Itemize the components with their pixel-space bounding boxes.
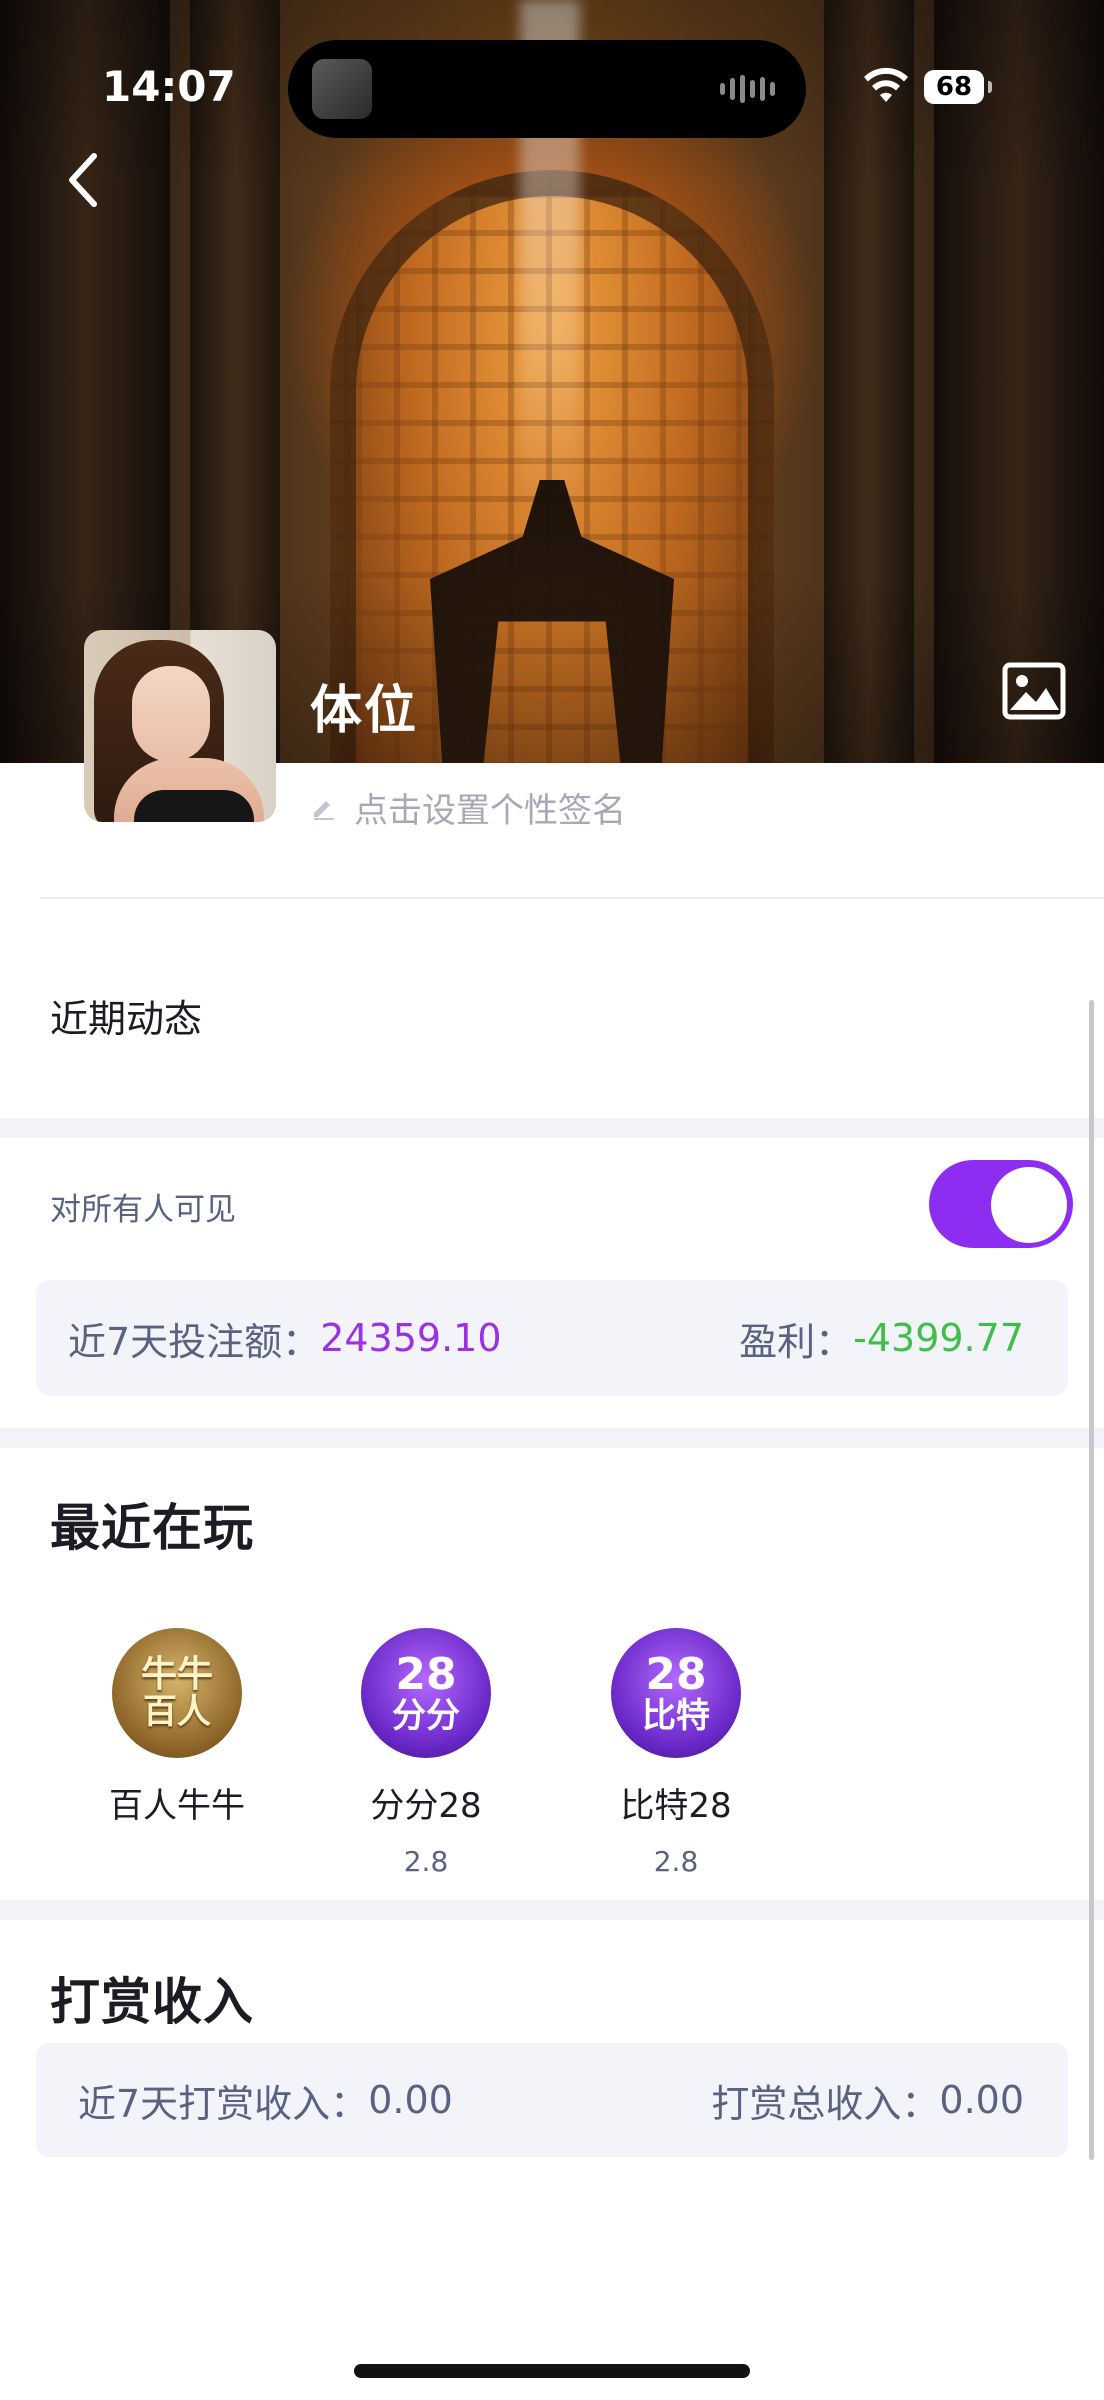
battery-indicator: 68 (924, 70, 992, 104)
change-cover-image-icon[interactable] (1002, 662, 1066, 720)
game-name: 比特28 (620, 1786, 732, 1826)
game-name: 分分28 (370, 1786, 482, 1826)
week-tips-label: 近7天打赏收入： (78, 2081, 369, 2126)
visibility-label: 对所有人可见 (50, 1192, 236, 1228)
bet-amount-label: 近7天投注额： (68, 1319, 321, 1364)
section-separator (0, 1118, 1104, 1138)
fenfen28-icon: 28 分分 (361, 1628, 491, 1758)
profit-value: -4399.77 (853, 1316, 1024, 1360)
avatar[interactable] (84, 630, 276, 822)
total-tips-value: 0.00 (939, 2078, 1024, 2122)
total-tips-label: 打赏总收入： (711, 2081, 940, 2126)
tips-income-card: 近7天打赏收入： 0.00 打赏总收入： 0.00 (36, 2043, 1068, 2157)
recent-games-title: 最近在玩 (50, 1499, 254, 1557)
game-item-bite28[interactable]: 28 比特 比特28 2.8 (576, 1628, 776, 1878)
scrollbar[interactable] (1089, 1000, 1094, 2160)
now-playing-thumbnail (312, 59, 372, 119)
visibility-toggle[interactable] (929, 1160, 1073, 1248)
week-tips-value: 0.00 (368, 2078, 453, 2122)
status-time: 14:07 (102, 62, 236, 111)
home-indicator[interactable] (354, 2364, 750, 2378)
section-separator (0, 1900, 1104, 1920)
game-item-fenfen28[interactable]: 28 分分 分分28 2.8 (326, 1628, 526, 1878)
bite28-icon: 28 比特 (611, 1628, 741, 1758)
game-name: 百人牛牛 (109, 1786, 245, 1826)
audio-wave-icon (720, 74, 780, 104)
signature-field[interactable]: 点击设置个性签名 (310, 785, 626, 831)
game-item-niuniu[interactable]: 牛牛 百人 百人牛牛 (77, 1628, 277, 1845)
username: 体位 (310, 681, 419, 741)
pencil-icon (314, 801, 334, 820)
wifi-icon (864, 67, 908, 102)
recent-activity-link[interactable]: 近期动态 (50, 988, 202, 1043)
bet-amount-value: 24359.10 (320, 1316, 502, 1360)
back-arrow-icon[interactable] (60, 150, 110, 210)
game-odds: 2.8 (653, 1845, 699, 1878)
toggle-knob (991, 1167, 1067, 1243)
section-separator (0, 1428, 1104, 1448)
betting-stats-card: 近7天投注额： 24359.10 盈利： -4399.77 (36, 1280, 1068, 1396)
recent-games-list: 牛牛 百人 百人牛牛 28 分分 分分28 2.8 28 比特 比特28 2.8 (0, 1628, 1104, 1888)
niuniu-icon: 牛牛 百人 (112, 1628, 242, 1758)
dynamic-island (288, 40, 806, 138)
signature-placeholder: 点击设置个性签名 (354, 790, 626, 831)
divider (40, 897, 1104, 899)
game-odds: 2.8 (403, 1845, 449, 1878)
profit-label: 盈利： (739, 1319, 854, 1364)
tips-income-title: 打赏收入 (50, 1973, 254, 2031)
